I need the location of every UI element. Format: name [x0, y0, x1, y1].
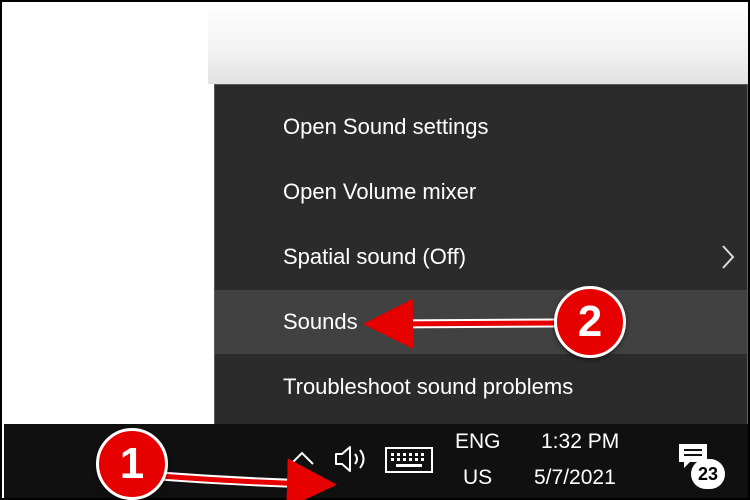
menu-item-open-sound-settings[interactable]: Open Sound settings — [215, 95, 747, 159]
keyboard-icon[interactable] — [384, 446, 434, 474]
menu-item-open-volume-mixer[interactable]: Open Volume mixer — [215, 160, 747, 224]
menu-item-troubleshoot-sound[interactable]: Troubleshoot sound problems — [215, 355, 747, 419]
chevron-up-icon[interactable] — [287, 446, 317, 470]
menu-item-label: Sounds — [283, 309, 358, 334]
window-edge — [208, 4, 748, 84]
sound-context-menu: Open Sound settings Open Volume mixer Sp… — [214, 84, 748, 436]
language-indicator-bottom[interactable]: US — [463, 466, 492, 490]
clock-time[interactable]: 1:32 PM — [541, 430, 619, 454]
callout-number-1: 1 — [96, 428, 168, 500]
menu-item-label: Troubleshoot sound problems — [283, 374, 574, 399]
callout-number-2: 2 — [554, 286, 626, 358]
language-indicator-top[interactable]: ENG — [455, 430, 501, 454]
menu-item-label: Open Volume mixer — [283, 179, 477, 204]
menu-item-label: Spatial sound (Off) — [283, 244, 467, 269]
speaker-icon[interactable] — [332, 442, 372, 476]
clock-date[interactable]: 5/7/2021 — [534, 466, 616, 490]
notification-count-badge: 23 — [691, 459, 725, 489]
menu-item-spatial-sound[interactable]: Spatial sound (Off) — [215, 225, 747, 289]
chevron-right-icon — [722, 245, 735, 269]
screenshot-frame: Open Sound settings Open Volume mixer Sp… — [0, 0, 750, 500]
menu-item-sounds[interactable]: Sounds — [215, 290, 747, 354]
desktop-background — [4, 4, 210, 424]
menu-item-label: Open Sound settings — [283, 114, 489, 139]
